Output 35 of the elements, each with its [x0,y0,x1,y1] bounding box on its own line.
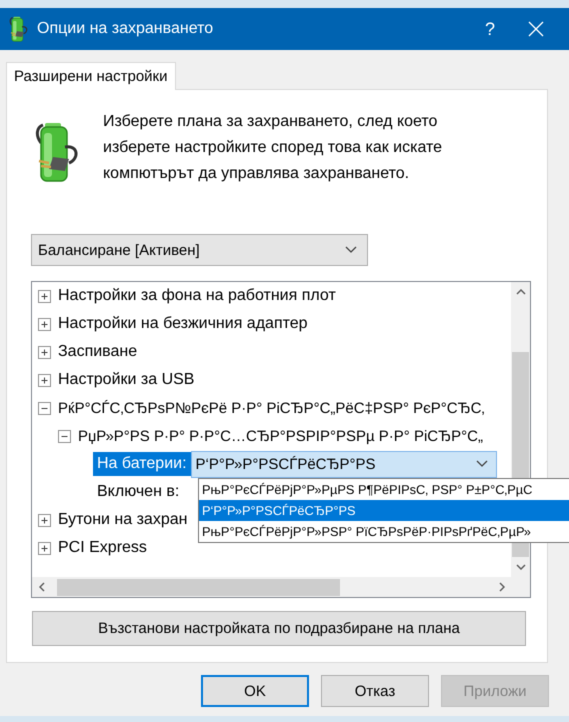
tree-item[interactable]: РќР°СЃС‚СЂРѕР№РєРё Р·Р° РіСЂР°С„РёС‡РЅР° РєР°СЂС‚ [58,400,485,416]
expand-icon[interactable] [38,346,51,358]
tree-item[interactable]: PCI Express [58,539,147,557]
tree-item[interactable]: Бутони на захран [58,511,188,529]
chevron-icon [476,460,488,468]
tree-item[interactable]: Настройки за USB [58,371,194,389]
description-text: Изберете плана за захранването, след което изберете настройките според това как искате компютърът да управлява захранването. [103,112,444,184]
restore-defaults-button[interactable]: Възстанови настройката по подразбиране на плана [32,611,526,646]
setting-label[interactable]: На батерии: [93,452,191,476]
dropdown-option[interactable]: РњР°РєСЃРёРјР°Р»РЅР° РїСЂРѕРёР·РІРѕРґРёС‚РµР» [199,521,569,542]
tree-item[interactable]: Настройки на безжичния адаптер [58,315,308,333]
tree-item[interactable]: Настройки за фона на работния плот [58,287,336,305]
dialog-button[interactable]: OK [201,675,309,707]
expand-icon[interactable] [38,542,51,554]
battery-plug-icon [9,15,29,43]
expand-icon[interactable] [38,290,51,302]
collapse-icon[interactable] [38,402,51,414]
chevron-icon [345,246,357,254]
expand-icon[interactable] [38,374,51,386]
expand-icon[interactable] [38,514,51,526]
tree-item[interactable]: РџР»Р°РЅ Р·Р° Р·Р°С…СЂР°РЅРІР°РЅРµ Р·Р° РіСЂР°С„ [78,428,483,444]
tab[interactable]: Разширени настройки [6,62,176,90]
dialog-button[interactable]: Отказ [321,675,429,707]
dropdown-option[interactable]: Р‘Р°Р»Р°РЅСЃРёСЂР°РЅ [199,500,569,521]
plan-dropdown[interactable]: Балансиране [Активен] [31,234,368,266]
setting-dropdown[interactable]: Р‘Р°Р»Р°РЅСЃРёСЂР°РЅ [190,450,497,478]
tree-item[interactable]: Заспиване [58,343,138,361]
help-button[interactable]: ? [467,18,513,40]
expand-icon[interactable] [38,318,51,330]
dropdown-option[interactable]: РњР°РєСЃРёРјР°Р»РµРЅ Р¶РёРІРѕС‚ РЅР° Р±Р°С‚РµС [199,479,569,500]
collapse-icon[interactable] [58,430,71,442]
setting-label[interactable]: Включен в: [93,480,184,504]
scrollbar-thumb[interactable] [57,578,340,596]
dropdown-value: Балансиране [Активен] [38,242,200,258]
window-title: Опции на захранването [37,20,214,38]
